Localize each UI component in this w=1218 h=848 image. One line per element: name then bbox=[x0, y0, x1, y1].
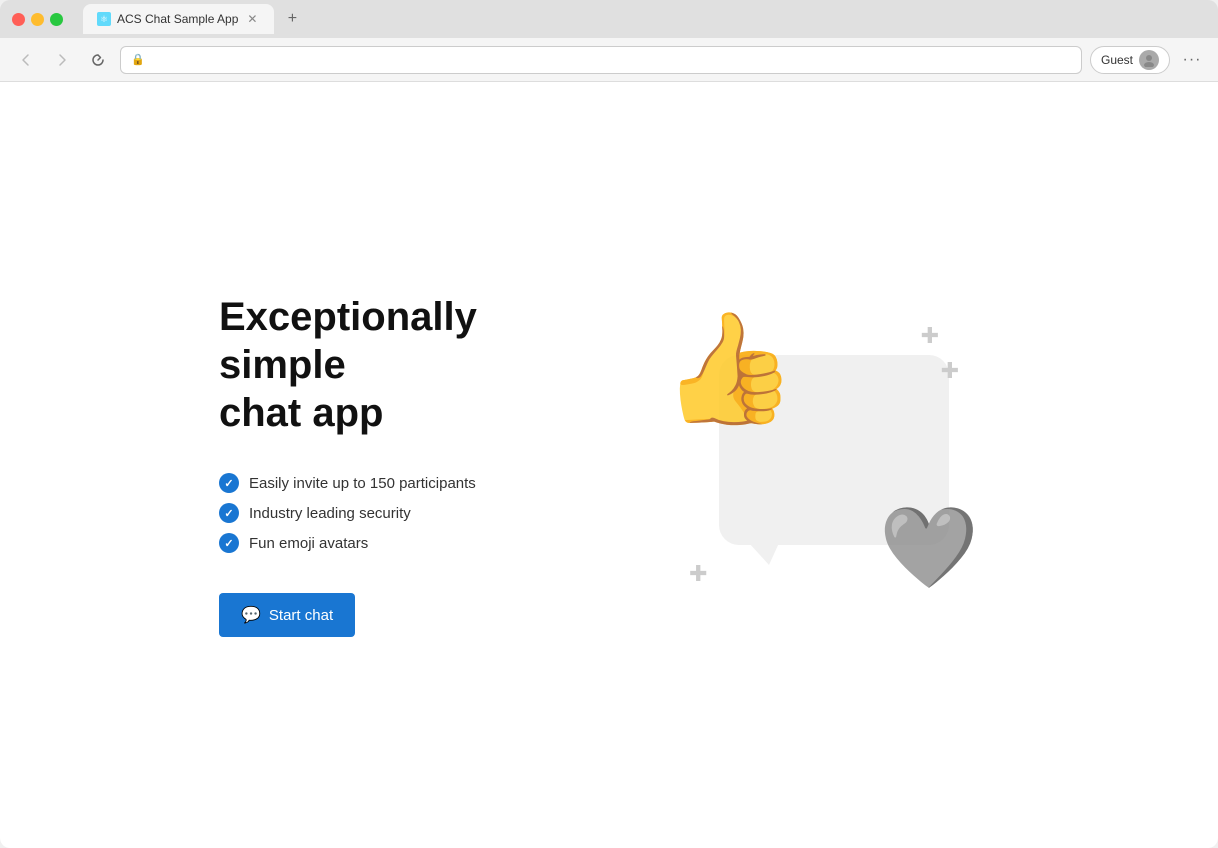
back-button[interactable] bbox=[12, 46, 40, 74]
thumbs-up-icon: 👍 bbox=[654, 309, 800, 431]
tab-close-button[interactable]: ✕ bbox=[244, 11, 260, 27]
feature-item-1: Easily invite up to 150 participants bbox=[219, 473, 579, 493]
page-content: Exceptionally simple chat app Easily inv… bbox=[0, 82, 1218, 848]
nav-bar: 🔒 Guest ··· bbox=[0, 38, 1218, 82]
start-chat-label: Start chat bbox=[269, 607, 333, 624]
maximize-button[interactable] bbox=[50, 13, 63, 26]
plus-decoration-2: ✚ bbox=[941, 360, 959, 382]
chat-button-icon: 💬 bbox=[241, 605, 261, 625]
feature-item-3: Fun emoji avatars bbox=[219, 533, 579, 553]
heart-icon: 🩶 bbox=[879, 501, 979, 595]
profile-avatar bbox=[1139, 50, 1159, 70]
plus-decoration-3: ✚ bbox=[689, 563, 707, 585]
check-icon-1 bbox=[219, 473, 239, 493]
profile-button[interactable]: Guest bbox=[1090, 46, 1170, 74]
feature-text-2: Industry leading security bbox=[249, 505, 411, 522]
browser-frame: ⚛ ACS Chat Sample App ✕ + 🔒 Guest ··· bbox=[0, 0, 1218, 848]
lock-icon: 🔒 bbox=[131, 53, 145, 66]
browser-tab[interactable]: ⚛ ACS Chat Sample App ✕ bbox=[83, 4, 274, 34]
refresh-button[interactable] bbox=[84, 46, 112, 74]
right-section: 👍 🩶 ✚ ✚ ✚ bbox=[639, 305, 999, 625]
close-button[interactable] bbox=[12, 13, 25, 26]
illustration: 👍 🩶 ✚ ✚ ✚ bbox=[639, 305, 999, 625]
forward-button[interactable] bbox=[48, 46, 76, 74]
profile-label: Guest bbox=[1101, 53, 1133, 67]
title-bar: ⚛ ACS Chat Sample App ✕ + bbox=[0, 0, 1218, 38]
tab-bar: ⚛ ACS Chat Sample App ✕ + bbox=[83, 4, 1206, 34]
feature-text-1: Easily invite up to 150 participants bbox=[249, 475, 476, 492]
check-icon-3 bbox=[219, 533, 239, 553]
main-headline: Exceptionally simple chat app bbox=[219, 293, 579, 437]
minimize-button[interactable] bbox=[31, 13, 44, 26]
feature-item-2: Industry leading security bbox=[219, 503, 579, 523]
headline-line1: Exceptionally simple bbox=[219, 295, 477, 387]
check-icon-2 bbox=[219, 503, 239, 523]
plus-decoration-1: ✚ bbox=[921, 325, 939, 347]
new-tab-button[interactable]: + bbox=[278, 5, 306, 33]
features-list: Easily invite up to 150 participants Ind… bbox=[219, 473, 579, 553]
left-section: Exceptionally simple chat app Easily inv… bbox=[219, 293, 579, 637]
more-options-button[interactable]: ··· bbox=[1178, 46, 1206, 74]
start-chat-button[interactable]: 💬 Start chat bbox=[219, 593, 355, 637]
address-bar[interactable]: 🔒 bbox=[120, 46, 1082, 74]
content-wrapper: Exceptionally simple chat app Easily inv… bbox=[159, 293, 1059, 637]
headline-line2: chat app bbox=[219, 391, 383, 435]
tab-favicon-icon: ⚛ bbox=[97, 12, 111, 26]
traffic-lights bbox=[12, 13, 63, 26]
tab-title: ACS Chat Sample App bbox=[117, 12, 238, 26]
feature-text-3: Fun emoji avatars bbox=[249, 535, 368, 552]
